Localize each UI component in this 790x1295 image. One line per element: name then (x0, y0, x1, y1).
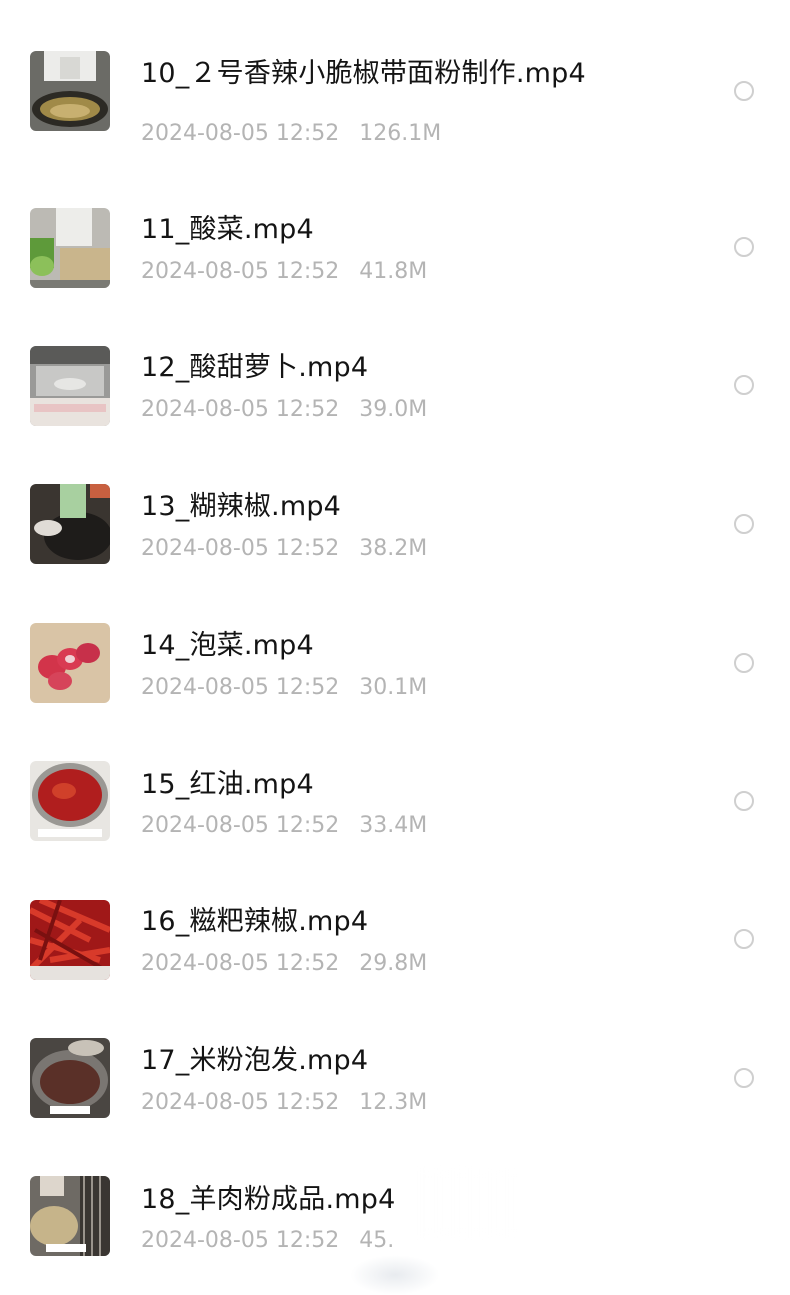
video-thumbnail (30, 900, 110, 980)
file-date: 2024-08-05 12:52 (141, 1228, 340, 1253)
file-name: 18_羊肉粉成品.mp4 (141, 1184, 396, 1215)
video-thumbnail (30, 208, 110, 288)
file-name: 13_糊辣椒.mp4 (141, 491, 342, 522)
select-radio[interactable] (734, 81, 754, 101)
select-radio[interactable] (734, 653, 754, 673)
file-size: 45. (359, 1228, 395, 1253)
file-row[interactable]: 15_红油.mp4 2024-08-05 12:52 33.4M (0, 697, 790, 841)
select-radio[interactable] (734, 514, 754, 534)
file-name: 11_酸菜.mp4 (141, 214, 314, 245)
video-thumbnail (30, 1038, 110, 1118)
video-thumbnail (30, 623, 110, 703)
file-name: 15_红油.mp4 (141, 769, 314, 800)
file-meta: 2024-08-05 12:52 29.8M (141, 950, 427, 978)
file-name: 14_泡菜.mp4 (141, 630, 314, 661)
file-size: 29.8M (359, 951, 428, 976)
file-list: 10_２号香辣小脆椒带面粉制作.mp4 2024-08-05 12:52 126.… (0, 0, 790, 1295)
file-meta: 2024-08-05 12:52 12.3M (141, 1089, 427, 1117)
file-row[interactable]: 17_米粉泡发.mp4 2024-08-05 12:52 12.3M (0, 975, 790, 1118)
select-radio[interactable] (734, 791, 754, 811)
select-radio[interactable] (734, 1068, 754, 1088)
file-meta: 2024-08-05 12:52 45. (141, 1227, 394, 1255)
video-thumbnail (30, 484, 110, 564)
file-name: 10_２号香辣小脆椒带面粉制作.mp4 (141, 58, 586, 89)
select-radio[interactable] (734, 375, 754, 395)
file-name: 12_酸甜萝卜.mp4 (141, 352, 369, 383)
select-radio[interactable] (734, 929, 754, 949)
video-thumbnail (30, 1176, 110, 1256)
floating-button-shadow (350, 1255, 440, 1295)
file-date: 2024-08-05 12:52 (141, 813, 340, 838)
file-name: 16_糍粑辣椒.mp4 (141, 906, 369, 937)
video-thumbnail (30, 346, 110, 426)
select-radio[interactable] (734, 237, 754, 257)
file-row[interactable]: 16_糍粑辣椒.mp4 2024-08-05 12:52 29.8M (0, 836, 790, 980)
file-date: 2024-08-05 12:52 (141, 1090, 340, 1115)
file-name: 17_米粉泡发.mp4 (141, 1045, 369, 1076)
file-row[interactable]: 10_２号香辣小脆椒带面粉制作.mp4 2024-08-05 12:52 126.… (0, 0, 790, 146)
file-row[interactable]: 13_糊辣椒.mp4 2024-08-05 12:52 38.2M (0, 419, 790, 564)
file-date: 2024-08-05 12:52 (141, 951, 340, 976)
video-thumbnail (30, 51, 110, 131)
file-row[interactable]: 12_酸甜萝卜.mp4 2024-08-05 12:52 39.0M (0, 280, 790, 426)
file-row[interactable]: 14_泡菜.mp4 2024-08-05 12:52 30.1M (0, 558, 790, 703)
screen-glare (420, 1168, 770, 1238)
video-thumbnail (30, 761, 110, 841)
file-row[interactable]: 11_酸菜.mp4 2024-08-05 12:52 41.8M (0, 140, 790, 288)
file-size: 33.4M (359, 813, 428, 838)
file-size: 12.3M (359, 1090, 428, 1115)
